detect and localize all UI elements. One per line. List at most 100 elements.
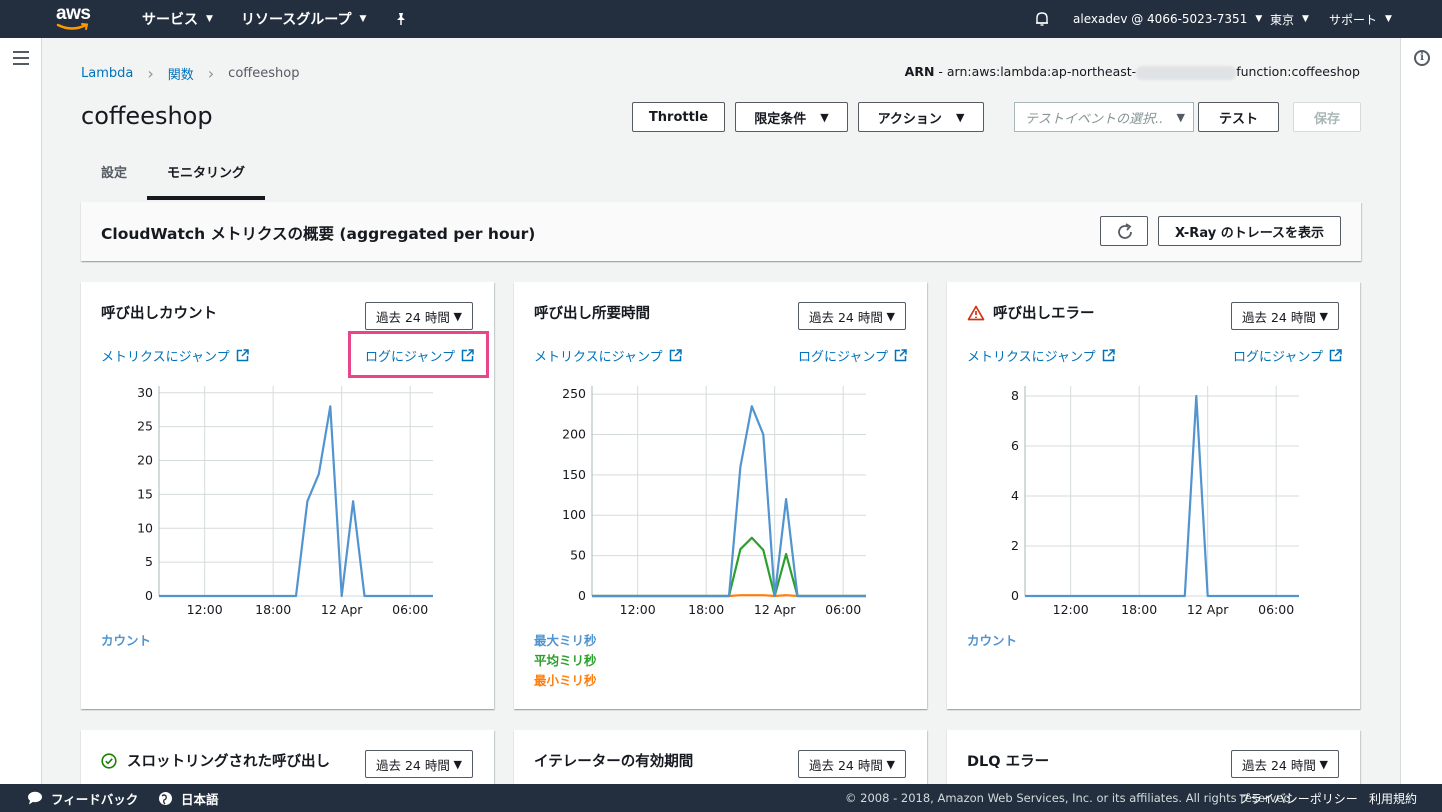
refresh-icon [1118,223,1132,239]
y-tick-label: 0 [1011,588,1019,603]
y-tick-label: 100 [562,507,586,522]
chevron-down-icon: ▼ [1385,14,1392,24]
time-range-select[interactable]: 過去 24 時間 ▼ [798,302,906,330]
y-tick-label: 15 [137,486,153,501]
jump-to-logs-link[interactable]: ログにジャンプ [798,346,907,365]
time-range-select[interactable]: 過去 24 時間 ▼ [365,750,473,778]
hamburger-menu-icon[interactable] [13,51,29,65]
errors-card: 呼び出しエラー 過去 24 時間 ▼ メトリクスにジャンプ ログにジャンプ 0 2 4… [947,282,1360,709]
chevron-right-icon: › [147,64,154,83]
tab-configuration[interactable]: 設定 [81,156,147,200]
notifications-button[interactable] [1034,0,1050,38]
x-tick-label: 12 Apr [1187,602,1229,617]
y-tick-label: 30 [137,385,153,400]
time-range-select[interactable]: 過去 24 時間 ▼ [798,750,906,778]
breadcrumb-functions[interactable]: 関数 [168,64,194,83]
aws-smile-icon [56,23,89,30]
caret-down-icon: ▼ [1319,309,1328,323]
chevron-down-icon: ▼ [206,14,213,24]
pin-button[interactable] [394,0,408,38]
chevron-right-icon: › [207,64,215,83]
caret-down-icon: ▼ [820,110,829,124]
time-range-label: 過去 24 時間 [809,309,883,325]
card-title: イテレーターの有効期間 [534,754,694,770]
series-line [159,405,433,598]
breadcrumb-lambda[interactable]: Lambda [81,66,133,81]
services-menu[interactable]: サービス ▼ [142,0,213,38]
jump-to-metrics-link[interactable]: メトリクスにジャンプ [101,346,249,365]
services-menu-label: サービス [142,12,198,28]
xray-traces-button[interactable]: X-Ray のトレースを表示 [1158,216,1341,246]
jump-to-logs-link[interactable]: ログにジャンプ [1233,346,1342,365]
right-rail: i [1400,38,1442,784]
test-button[interactable]: テスト [1198,102,1279,132]
time-range-select[interactable]: 過去 24 時間 ▼ [1231,750,1339,778]
left-rail [0,38,42,784]
actions-dropdown[interactable]: アクション ▼ [858,102,984,132]
bell-icon [1036,12,1048,26]
xray-label: X-Ray のトレースを表示 [1174,225,1325,241]
caret-down-icon: ▼ [453,757,462,771]
x-tick-label: 12:00 [187,602,223,617]
throttle-button[interactable]: Throttle [632,102,725,132]
aws-logo-text: aws [56,3,91,24]
info-icon[interactable]: i [1414,50,1430,66]
cloudwatch-title: CloudWatch メトリクスの概要 (aggregated per hour… [101,225,536,243]
caret-down-icon: ▼ [886,309,895,323]
save-button[interactable]: 保存 [1293,102,1361,132]
account-menu[interactable]: alexadev @ 4066-5023-7351 ▼ [1073,0,1262,38]
chevron-down-icon: ▼ [1302,14,1309,24]
region-menu[interactable]: 東京 ▼ [1270,0,1309,38]
throttles-card: スロットリングされた呼び出し 過去 24 時間 ▼ [81,730,494,784]
pin-icon [397,13,405,25]
y-tick-label: 200 [562,426,586,441]
globe-icon [159,791,172,805]
refresh-button[interactable] [1100,216,1148,246]
invocations-chart: 0 5 10 15 20 25 30 12:00 18:00 12 Apr 06:00 [137,385,433,617]
tab-bar: 設定 モニタリング [81,156,266,200]
time-range-label: 過去 24 時間 [376,309,450,325]
x-tick-label: 18:00 [255,602,291,617]
qualifiers-label: 限定条件 [754,111,807,127]
caret-down-icon: ▼ [955,110,965,124]
terms-link[interactable]: 利用規約 [1369,790,1417,807]
feedback-label: フィードバック [51,791,139,807]
qualifiers-dropdown[interactable]: 限定条件 ▼ [735,102,848,132]
test-label: テスト [1218,111,1258,127]
legend-count: カウント [101,633,152,648]
jump-to-metrics-label: メトリクスにジャンプ [967,350,1096,365]
x-tick-label: 06:00 [1258,602,1294,617]
jump-to-logs-label: ログにジャンプ [1233,350,1323,365]
time-range-select[interactable]: 過去 24 時間 ▼ [1231,302,1339,330]
duration-chart: 0 50 100 150 200 250 12:00 18:00 12 Apr 06:00 [562,386,866,617]
legend-min: 最小ミリ秒 [534,673,597,688]
y-tick-label: 5 [145,554,153,569]
test-event-select[interactable]: テストイベントの選択.. ▼ [1014,102,1194,132]
resource-groups-menu[interactable]: リソースグループ ▼ [241,0,366,38]
arn-suffix: function:coffeeshop [1236,64,1360,79]
jump-to-metrics-label: メトリクスにジャンプ [534,350,663,365]
tab-monitoring[interactable]: モニタリング [147,156,266,200]
jump-to-metrics-label: メトリクスにジャンプ [101,350,230,365]
support-menu[interactable]: サポート ▼ [1329,0,1392,38]
jump-to-metrics-link[interactable]: メトリクスにジャンプ [967,346,1115,365]
copyright: © 2008 - 2018, Amazon Web Services, Inc.… [845,791,1295,805]
jump-to-metrics-link[interactable]: メトリクスにジャンプ [534,346,682,365]
feedback-link[interactable]: フィードバック [27,789,138,808]
page-title: coffeeshop [81,102,213,130]
check-circle-icon [101,752,117,769]
errors-chart: 0 2 4 6 8 12:00 18:00 12 Apr 06:00 [1011,386,1299,617]
time-range-label: 過去 24 時間 [1242,757,1316,773]
y-tick-label: 8 [1011,388,1019,403]
privacy-policy-link[interactable]: プライバシーポリシー [1238,790,1358,807]
x-tick-label: 06:00 [392,602,428,617]
aws-logo[interactable]: aws [56,4,96,34]
time-range-select[interactable]: 過去 24 時間 ▼ [365,302,473,330]
jump-to-logs-label: ログにジャンプ [798,350,888,365]
language-selector[interactable]: 日本語 [158,789,219,808]
dlq-errors-card: DLQ エラー 過去 24 時間 ▼ [947,730,1360,784]
y-tick-label: 6 [1011,438,1019,453]
breadcrumb: Lambda › 関数 › coffeeshop [81,64,299,83]
x-tick-label: 18:00 [688,602,724,617]
caret-down-icon: ▼ [886,757,895,771]
